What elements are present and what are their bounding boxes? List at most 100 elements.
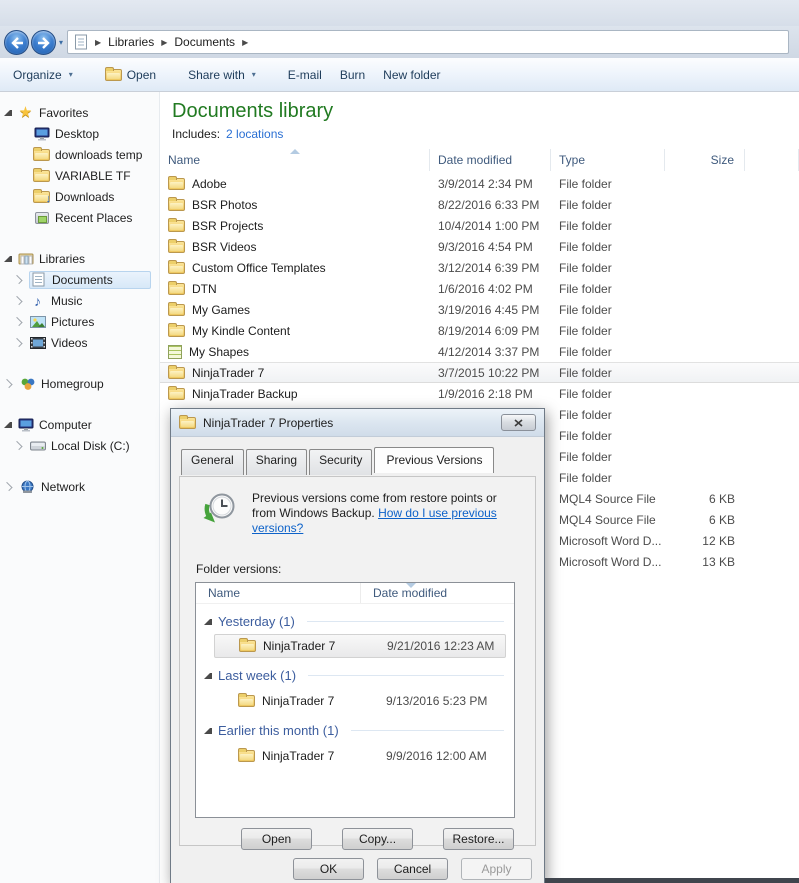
breadcrumb[interactable]: ▶ Libraries ▶ Documents ▶ xyxy=(67,30,789,54)
forward-button[interactable] xyxy=(31,29,56,55)
email-button[interactable]: E-mail xyxy=(279,63,331,87)
expander-closed-icon[interactable] xyxy=(13,295,23,306)
expander-open-icon[interactable] xyxy=(4,109,12,116)
cancel-button[interactable]: Cancel xyxy=(377,858,448,880)
expander-closed-icon[interactable] xyxy=(3,378,13,389)
group-header-earlier-this-month[interactable]: Earlier this month (1) xyxy=(196,718,514,743)
file-row[interactable]: My Games 3/19/2016 4:45 PM File folder xyxy=(160,299,799,320)
open-button[interactable]: Open xyxy=(96,63,165,87)
breadcrumb-item-libraries[interactable]: Libraries xyxy=(108,35,154,49)
file-date-modified: 3/12/2014 6:39 PM xyxy=(438,260,540,275)
sidebar-label: Favorites xyxy=(39,105,89,120)
file-row[interactable]: BSR Videos 9/3/2016 4:54 PM File folder xyxy=(160,236,799,257)
locations-link[interactable]: 2 locations xyxy=(226,127,283,141)
sidebar-item-variable-tf[interactable]: VARIABLE TF xyxy=(0,165,159,186)
sidebar-section-computer[interactable]: Computer xyxy=(0,414,159,435)
recent-pages-dropdown[interactable]: ▾ xyxy=(59,38,63,47)
file-row[interactable]: NinjaTrader 7 3/7/2015 10:22 PM File fol… xyxy=(160,362,799,383)
homegroup-icon xyxy=(19,376,36,392)
file-row[interactable]: Custom Office Templates 3/12/2014 6:39 P… xyxy=(160,257,799,278)
file-type: File folder xyxy=(559,470,612,485)
file-name: BSR Videos xyxy=(192,239,257,254)
sidebar-item-videos[interactable]: Videos xyxy=(0,332,159,353)
ok-button[interactable]: OK xyxy=(293,858,364,880)
column-header-size[interactable]: Size xyxy=(665,149,745,171)
expander-closed-icon[interactable] xyxy=(13,337,23,348)
file-row[interactable]: BSR Projects 10/4/2014 1:00 PM File fold… xyxy=(160,215,799,236)
sidebar-item-documents[interactable]: Documents xyxy=(0,269,159,290)
sidebar-item-local-disk-c[interactable]: Local Disk (C:) xyxy=(0,435,159,456)
file-row[interactable]: My Kindle Content 8/19/2014 6:09 PM File… xyxy=(160,320,799,341)
file-name: My Games xyxy=(192,302,251,317)
command-toolbar: Organize ▾ Open Share with ▾ E-mail Burn… xyxy=(0,58,799,92)
file-row[interactable]: BSR Photos 8/22/2016 6:33 PM File folder xyxy=(160,194,799,215)
expander-closed-icon[interactable] xyxy=(13,274,23,285)
folder-versions-list[interactable]: Name Date modified Yesterday (1) NinjaTr… xyxy=(195,582,515,818)
dialog-title: NinjaTrader 7 Properties xyxy=(203,415,334,430)
expander-open-icon[interactable] xyxy=(4,421,12,428)
expander-open-icon[interactable] xyxy=(4,255,12,262)
file-row[interactable]: Adobe 3/9/2014 2:34 PM File folder xyxy=(160,173,799,194)
sidebar-item-downloads[interactable]: ↓ Downloads xyxy=(0,186,159,207)
expander-closed-icon[interactable] xyxy=(13,316,23,327)
folder-icon xyxy=(168,196,185,211)
sidebar-section-favorites[interactable]: ★ Favorites xyxy=(0,102,159,123)
sidebar-item-music[interactable]: ♪ Music xyxy=(0,290,159,311)
version-row[interactable]: NinjaTrader 7 9/21/2016 12:23 AM xyxy=(214,634,506,658)
restore-version-button[interactable]: Restore... xyxy=(443,828,514,850)
back-button[interactable] xyxy=(4,29,29,55)
expander-closed-icon[interactable] xyxy=(13,440,23,451)
file-date-modified: 3/9/2014 2:34 PM xyxy=(438,176,533,191)
group-header-yesterday[interactable]: Yesterday (1) xyxy=(196,609,514,634)
open-label: Open xyxy=(126,67,157,82)
versions-column-name[interactable]: Name xyxy=(196,583,361,603)
close-button[interactable] xyxy=(501,414,536,431)
sidebar-item-pictures[interactable]: Pictures xyxy=(0,311,159,332)
version-date: 9/21/2016 12:23 AM xyxy=(387,639,495,653)
file-date-modified: 8/22/2016 6:33 PM xyxy=(438,197,540,212)
tab-general[interactable]: General xyxy=(181,449,244,475)
group-header-last-week[interactable]: Last week (1) xyxy=(196,663,514,688)
tab-sharing[interactable]: Sharing xyxy=(245,449,308,475)
version-row[interactable]: NinjaTrader 7 9/9/2016 12:00 AM xyxy=(214,743,506,768)
dialog-titlebar[interactable]: NinjaTrader 7 Properties xyxy=(171,409,544,437)
column-header-type[interactable]: Type xyxy=(551,149,665,171)
file-row[interactable]: NinjaTrader Backup 1/9/2016 2:18 PM File… xyxy=(160,383,799,404)
sidebar-section-network[interactable]: Network xyxy=(0,476,159,497)
burn-button[interactable]: Burn xyxy=(331,63,374,87)
sidebar-section-homegroup[interactable]: Homegroup xyxy=(0,373,159,394)
folder-versions-label: Folder versions: xyxy=(196,562,282,576)
apply-button[interactable]: Apply xyxy=(461,858,532,880)
down-arrow-icon: ↓ xyxy=(45,192,52,205)
folder-icon xyxy=(238,692,255,707)
close-icon xyxy=(514,418,523,427)
folder-icon xyxy=(168,385,185,400)
column-header-date-modified[interactable]: Date modified xyxy=(430,149,551,171)
file-row[interactable]: DTN 1/6/2016 4:02 PM File folder xyxy=(160,278,799,299)
forward-arrow-icon xyxy=(38,36,50,49)
copy-version-button[interactable]: Copy... xyxy=(342,828,413,850)
file-row[interactable]: My Shapes 4/12/2014 3:37 PM File folder xyxy=(160,341,799,362)
sidebar-section-libraries[interactable]: Libraries xyxy=(0,248,159,269)
file-date-modified: 3/19/2016 4:45 PM xyxy=(438,302,540,317)
new-folder-button[interactable]: New folder xyxy=(374,63,449,87)
file-type: File folder xyxy=(559,281,612,296)
sidebar-label: Music xyxy=(51,293,83,308)
sidebar-item-downloads-temp[interactable]: downloads temp xyxy=(0,144,159,165)
organize-button[interactable]: Organize ▾ xyxy=(4,63,82,87)
open-version-button[interactable]: Open xyxy=(241,828,312,850)
sidebar-item-desktop[interactable]: Desktop xyxy=(0,123,159,144)
version-row[interactable]: NinjaTrader 7 9/13/2016 5:23 PM xyxy=(214,688,506,713)
share-with-button[interactable]: Share with ▾ xyxy=(179,63,265,87)
breadcrumb-item-documents[interactable]: Documents xyxy=(174,35,235,49)
tab-previous-versions[interactable]: Previous Versions xyxy=(374,447,495,473)
folder-icon xyxy=(179,414,196,429)
sidebar-item-recent-places[interactable]: Recent Places xyxy=(0,207,159,228)
includes-label: Includes: xyxy=(172,127,221,141)
file-type: File folder xyxy=(559,344,612,359)
file-type: File folder xyxy=(559,302,612,317)
expander-closed-icon[interactable] xyxy=(3,481,13,492)
versions-column-date[interactable]: Date modified xyxy=(361,583,514,603)
folder-icon xyxy=(238,747,255,762)
tab-security[interactable]: Security xyxy=(309,449,373,475)
